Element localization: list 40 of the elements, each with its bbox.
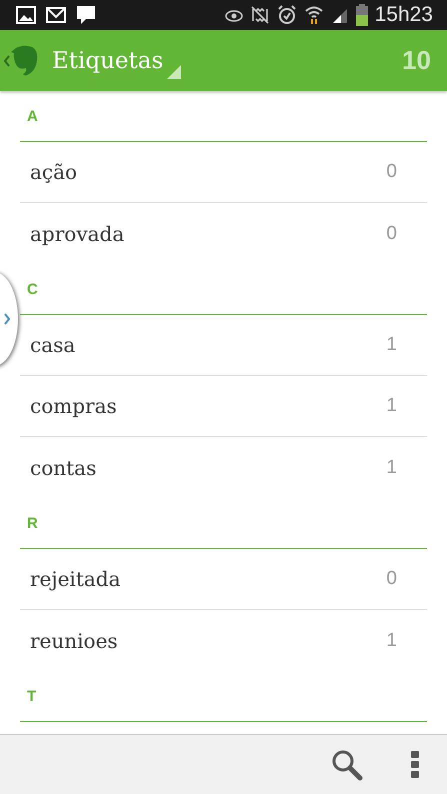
tag-count: 10	[402, 45, 431, 76]
tag-row[interactable]: compras 1	[20, 376, 427, 437]
status-time: 15h23	[374, 3, 433, 27]
tag-row[interactable]: reunioes 1	[20, 610, 427, 671]
chevron-right-icon	[4, 313, 10, 325]
tag-name: compras	[30, 394, 117, 418]
note-count: 1	[386, 456, 397, 478]
mute-icon	[250, 6, 270, 24]
message-icon	[76, 5, 96, 25]
search-icon	[331, 748, 363, 780]
wifi-icon	[304, 5, 324, 25]
mail-icon	[46, 7, 66, 23]
tag-row[interactable]: contas 1	[20, 437, 427, 498]
tag-name: casa	[30, 333, 76, 357]
eye-icon	[224, 8, 243, 22]
tag-name: aprovada	[30, 222, 124, 246]
section-letter: R	[27, 514, 38, 532]
picture-icon	[16, 6, 36, 24]
note-count: 1	[386, 334, 397, 356]
back-chevron-icon	[4, 54, 10, 66]
tag-row[interactable]: rejeitada 0	[20, 549, 427, 610]
tag-name: reunioes	[30, 628, 118, 652]
tag-row[interactable]: casa 1	[20, 315, 427, 376]
note-count: 0	[386, 568, 397, 590]
note-count: 1	[386, 630, 397, 652]
tag-name: contas	[30, 456, 96, 480]
dropdown-corner-icon	[167, 64, 182, 78]
note-count: 0	[386, 222, 397, 244]
tag-name: ação	[30, 160, 78, 184]
section-letter: A	[27, 108, 38, 124]
tag-name: rejeitada	[30, 567, 121, 591]
battery-icon	[356, 4, 368, 26]
note-count: 1	[386, 395, 397, 417]
section-letter: T	[27, 688, 36, 704]
more-icon	[411, 750, 419, 778]
tag-row[interactable]: aprovada 0	[20, 203, 427, 264]
alarm-icon	[276, 5, 297, 25]
note-count: 0	[386, 161, 397, 183]
section-letter: C	[27, 280, 38, 298]
tag-row[interactable]: ação 0	[20, 142, 427, 203]
